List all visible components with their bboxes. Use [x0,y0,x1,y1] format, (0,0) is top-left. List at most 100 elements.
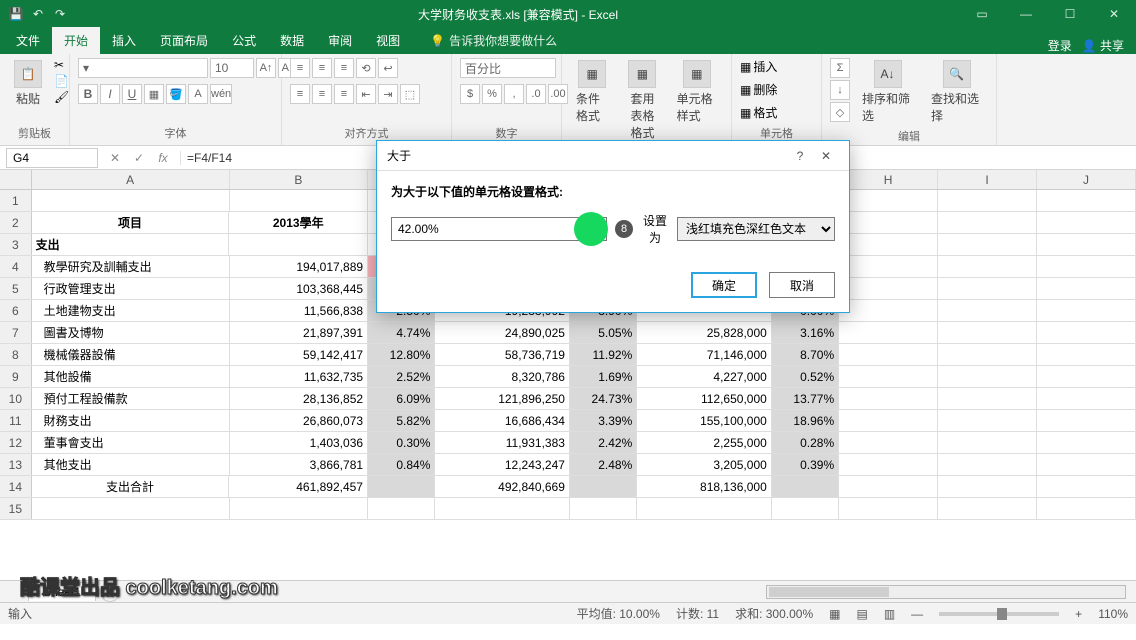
cell[interactable] [938,234,1037,255]
cell[interactable]: 24,890,025 [435,322,570,343]
accept-formula-icon[interactable]: ✓ [130,151,148,165]
cell[interactable]: 5.82% [368,410,435,431]
cell[interactable]: 18.96% [772,410,839,431]
row-header[interactable]: 9 [0,366,32,387]
inc-dec[interactable]: .0 [526,84,546,104]
col-header[interactable]: A [32,170,230,189]
cell[interactable] [772,476,839,497]
row-header[interactable]: 3 [0,234,32,255]
find-select-button[interactable]: 🔍查找和选择 [925,58,988,126]
cell[interactable] [938,256,1037,277]
save-icon[interactable]: 💾 [8,6,24,22]
tab-layout[interactable]: 页面布局 [148,27,220,54]
tab-file[interactable]: 文件 [4,27,52,54]
bold-button[interactable]: B [78,84,98,104]
cell[interactable] [839,366,938,387]
cell[interactable]: 支出 [32,234,230,255]
select-all-corner[interactable] [0,170,32,189]
cell[interactable]: 財務支出 [32,410,230,431]
dec-indent[interactable]: ⇤ [356,84,376,104]
cell[interactable]: 8.70% [772,344,839,365]
name-box[interactable]: G4 [6,148,98,168]
cell[interactable] [839,190,938,211]
percent-icon[interactable]: % [482,84,502,104]
sort-filter-button[interactable]: A↓排序和筛选 [856,58,919,126]
fill-color-button[interactable]: 🪣 [166,84,186,104]
cell[interactable] [839,256,938,277]
row-header[interactable]: 8 [0,344,32,365]
cell[interactable] [938,498,1037,519]
cell[interactable] [839,432,938,453]
cell[interactable]: 其他支出 [32,454,230,475]
cell[interactable]: 2.48% [570,454,637,475]
row-header[interactable]: 2 [0,212,32,233]
cell[interactable]: 71,146,000 [637,344,772,365]
cell[interactable] [32,498,230,519]
cell[interactable] [637,498,772,519]
cut-icon[interactable]: ✂ [54,58,69,72]
cell[interactable]: 461,892,457 [229,476,368,497]
cell[interactable] [938,476,1037,497]
cell[interactable]: 492,840,669 [435,476,570,497]
cell[interactable] [839,410,938,431]
col-header[interactable]: J [1037,170,1136,189]
comma-icon[interactable]: , [504,84,524,104]
align-mid[interactable]: ≡ [312,58,332,78]
border-button[interactable]: ▦ [144,84,164,104]
cell[interactable] [1037,190,1136,211]
cell[interactable]: 0.28% [772,432,839,453]
cell[interactable]: 1.69% [570,366,637,387]
cell[interactable] [435,498,570,519]
align-center[interactable]: ≡ [312,84,332,104]
cell[interactable] [1037,476,1136,497]
tab-view[interactable]: 视图 [364,27,412,54]
cell[interactable] [32,190,230,211]
cell[interactable]: 26,860,073 [230,410,369,431]
cell[interactable] [230,190,369,211]
cell[interactable]: 13.77% [772,388,839,409]
cell[interactable] [1037,212,1136,233]
align-right[interactable]: ≡ [334,84,354,104]
cell[interactable]: 2.42% [570,432,637,453]
cell[interactable] [938,322,1037,343]
cell[interactable]: 16,686,434 [435,410,570,431]
col-header[interactable]: I [938,170,1037,189]
view-normal-icon[interactable]: ▦ [829,607,840,621]
cell[interactable] [1037,366,1136,387]
cell-style-button[interactable]: ▦单元格样式 [671,58,723,126]
ribbon-options-icon[interactable]: ▭ [960,0,1004,28]
row-header[interactable]: 11 [0,410,32,431]
cell[interactable]: 21,897,391 [230,322,369,343]
cell[interactable] [938,410,1037,431]
cell[interactable] [1037,322,1136,343]
cell[interactable]: 58,736,719 [435,344,570,365]
cell[interactable]: 4,227,000 [637,366,772,387]
cell[interactable]: 其他設備 [32,366,230,387]
cell[interactable] [1037,410,1136,431]
grow-font-icon[interactable]: A↑ [256,58,276,78]
cell[interactable]: 3.39% [570,410,637,431]
font-color-button[interactable]: A [188,84,208,104]
cell[interactable]: 项目 [32,212,230,233]
row-header[interactable]: 6 [0,300,32,321]
cell[interactable] [938,454,1037,475]
clear-icon[interactable]: ◇ [830,102,850,122]
cell[interactable] [570,498,637,519]
tellme-search[interactable]: 💡 告诉我你想要做什么 [422,27,565,54]
cell[interactable]: 155,100,000 [637,410,772,431]
cell[interactable]: 2,255,000 [637,432,772,453]
cell[interactable]: 121,896,250 [435,388,570,409]
cancel-formula-icon[interactable]: ✕ [106,151,124,165]
cell[interactable] [839,498,938,519]
col-header[interactable]: H [839,170,938,189]
tab-data[interactable]: 数据 [268,27,316,54]
cell[interactable]: 0.30% [368,432,435,453]
insert-cells[interactable]: ▦ 插入 [740,58,777,75]
cell[interactable]: 2.52% [368,366,435,387]
cell[interactable] [938,278,1037,299]
cell[interactable] [839,388,938,409]
cell[interactable]: 24.73% [570,388,637,409]
tab-review[interactable]: 审阅 [316,27,364,54]
view-break-icon[interactable]: ▥ [884,607,895,621]
cell[interactable]: 11,931,383 [435,432,570,453]
